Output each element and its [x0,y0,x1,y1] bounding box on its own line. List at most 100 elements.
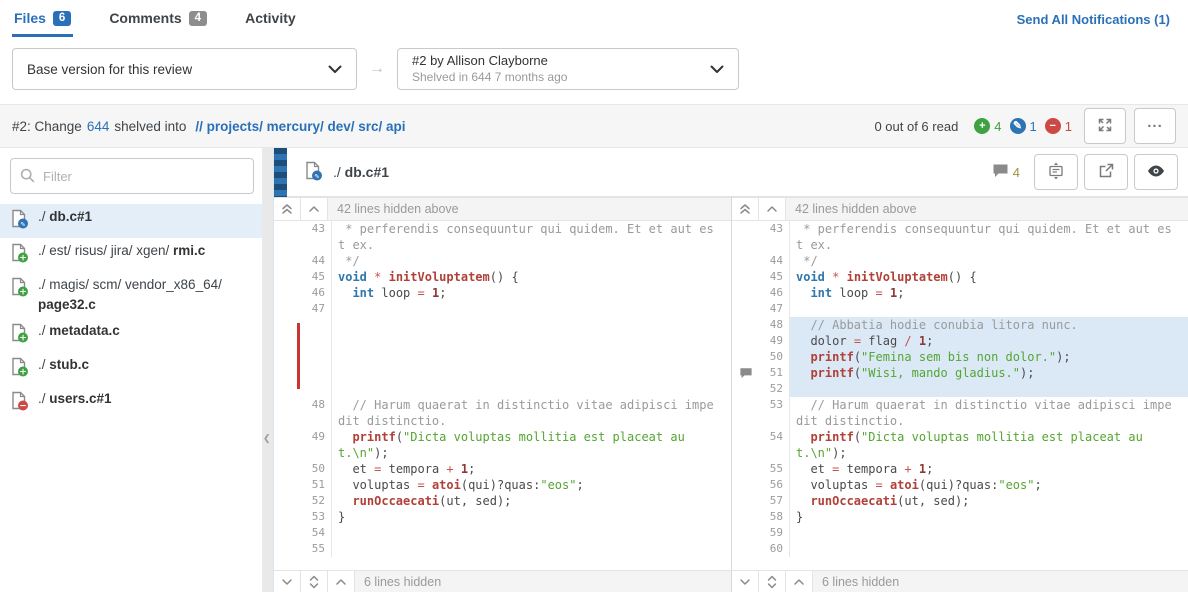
review-title-prefix: #2: Change [12,119,82,134]
code-line[interactable]: 46 int loop = 1; [274,285,731,301]
tab-files[interactable]: Files 6 [12,1,73,37]
line-code: printf("Dicta voluptas mollitia est plac… [790,429,1188,461]
code-line[interactable]: 49 dolor = flag / 1; [732,333,1188,349]
down-chevron-button[interactable] [274,571,301,592]
line-code: et = tempora + 1; [790,461,1188,477]
line-number: 55 [760,461,790,477]
dblup-chevron-button[interactable] [732,198,759,220]
file-status-add-icon: + [10,275,29,303]
code-line[interactable]: 46 int loop = 1; [732,285,1188,301]
depot-path-link[interactable]: // projects/ mercury/ dev/ src/ api [195,119,405,134]
tab-comments[interactable]: Comments 4 [107,1,209,37]
code-line[interactable]: 56 voluptas = atoi(qui)?quas:"eos"; [732,477,1188,493]
file-item-page32-c[interactable]: + ./ magis/ scm/ vendor_x86_64/ page32.c [0,272,262,318]
diff-gap-row[interactable] [274,317,731,397]
diff-panel-left: 42 lines hidden above43 * perferendis co… [274,197,731,592]
code-line[interactable]: 59 [732,525,1188,541]
file-item-rmi-c[interactable]: +./ est/ risus/ jira/ xgen/ rmi.c [0,238,262,272]
code-line[interactable]: 45void * initVoluptatem() { [732,269,1188,285]
file-item-db-c-1[interactable]: ✎./ db.c#1 [0,204,262,238]
hidden-lines-label: 42 lines hidden above [328,198,731,220]
line-code: runOccaecati(ut, sed); [332,493,731,509]
code-line[interactable]: 57 runOccaecati(ut, sed); [732,493,1188,509]
code-line[interactable]: 47 [732,301,1188,317]
code-line[interactable]: 51 voluptas = atoi(qui)?quas:"eos"; [274,477,731,493]
code-line[interactable]: 44 */ [732,253,1188,269]
tab-comments-label: Comments [109,10,181,26]
line-code: * perferendis consequuntur qui quidem. E… [790,221,1188,253]
line-number: 60 [760,541,790,557]
line-code: printf("Dicta voluptas mollitia est plac… [332,429,731,461]
code-line[interactable]: 47 [274,301,731,317]
code-line[interactable]: 48 // Harum quaerat in distinctio vitae … [274,397,731,429]
code-line[interactable]: 49 printf("Dicta voluptas mollitia est p… [274,429,731,461]
down-chevron-button[interactable] [732,571,759,592]
updown-chevron-button[interactable] [759,571,786,592]
line-code: printf("Femina sem bis non dolor."); [790,349,1188,365]
sidebar-resize-gutter[interactable]: ❮ [262,148,273,592]
expand-fullscreen-button[interactable] [1084,108,1126,144]
line-marker-cell [732,349,760,365]
code-line[interactable]: 55 [274,541,731,557]
file-item-metadata-c[interactable]: +./ metadata.c [0,318,262,352]
file-item-label: ./ magis/ scm/ vendor_x86_64/ page32.c [38,275,256,315]
code-line[interactable]: 50 et = tempora + 1; [274,461,731,477]
change-number-link[interactable]: 644 [87,119,110,134]
up-chevron-button[interactable] [328,571,355,592]
hidden-lines-label: 6 lines hidden [813,571,1188,592]
collapse-file-button[interactable] [1034,154,1078,190]
code-line[interactable]: 44 */ [274,253,731,269]
line-number: 50 [760,349,790,365]
up-chevron-button[interactable] [786,571,813,592]
code-line[interactable]: 51 printf("Wisi, mando gladius."); [732,365,1188,381]
search-icon [20,168,35,188]
file-item-label: ./ est/ risus/ jira/ xgen/ rmi.c [38,241,205,261]
file-item-stub-c[interactable]: +./ stub.c [0,352,262,386]
diff-file-header: ✎ ./ db.c#1 4 [274,148,1188,197]
code-line[interactable]: 53} [274,509,731,525]
more-options-button[interactable]: ... [1134,108,1176,144]
code-line[interactable]: 52 [732,381,1188,397]
code-line[interactable]: 52 runOccaecati(ut, sed); [274,493,731,509]
file-status-add-icon: + [10,355,29,383]
line-marker-cell [274,493,302,509]
code-line[interactable]: 58} [732,509,1188,525]
tab-activity[interactable]: Activity [243,1,298,37]
code-line[interactable]: 50 printf("Femina sem bis non dolor."); [732,349,1188,365]
code-line[interactable]: 48 // Abbatia hodie conubia litora nunc. [732,317,1188,333]
up-chevron-button[interactable] [301,198,328,220]
file-item-users-c-1[interactable]: −./ users.c#1 [0,386,262,420]
external-link-icon [1098,162,1115,182]
line-marker-cell [274,285,302,301]
send-all-notifications-link[interactable]: Send All Notifications (1) [1017,12,1176,27]
review-title: #2: Change 644 shelved into // projects/… [12,119,406,134]
code-line[interactable]: 43 * perferendis consequuntur qui quidem… [732,221,1188,253]
chevron-down-icon [710,65,724,74]
open-file-button[interactable] [1084,154,1128,190]
code-line[interactable]: 43 * perferendis consequuntur qui quidem… [274,221,731,253]
updown-chevron-button[interactable] [301,571,328,592]
line-code: dolor = flag / 1; [790,333,1188,349]
file-item-label: ./ metadata.c [38,321,120,341]
arrow-right-icon: → [369,60,385,78]
svg-text:✎: ✎ [20,220,25,228]
code-line[interactable]: 53 // Harum quaerat in distinctio vitae … [732,397,1188,429]
code-line[interactable]: 54 printf("Dicta voluptas mollitia est p… [732,429,1188,461]
filter-input[interactable] [10,158,254,194]
line-marker-cell [274,477,302,493]
file-progress-indicator[interactable] [274,148,287,197]
base-version-dropdown[interactable]: Base version for this review [12,48,357,90]
code-line[interactable]: 55 et = tempora + 1; [732,461,1188,477]
code-line[interactable]: 60 [732,541,1188,557]
target-version-dropdown[interactable]: #2 by Allison Clayborne Shelved in 644 7… [397,48,739,90]
line-number: 52 [302,493,332,509]
dblup-chevron-button[interactable] [274,198,301,220]
line-number: 48 [760,317,790,333]
svg-text:+: + [19,287,27,297]
up-chevron-button[interactable] [759,198,786,220]
collapse-sidebar-icon[interactable]: ❮ [263,433,271,444]
code-line[interactable]: 54 [274,525,731,541]
file-comment-count: 4 [992,163,1020,181]
code-line[interactable]: 45void * initVoluptatem() { [274,269,731,285]
toggle-read-button[interactable] [1134,154,1178,190]
